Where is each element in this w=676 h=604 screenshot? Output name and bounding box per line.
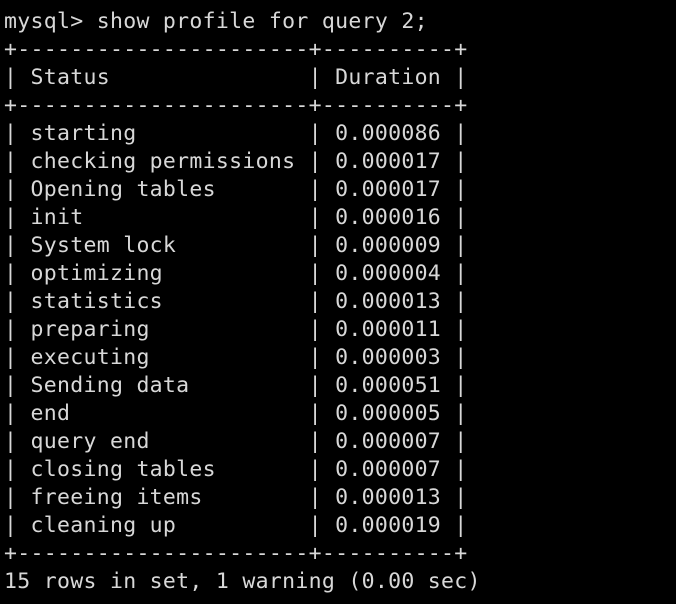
table-row: | init | 0.000016 | — [4, 205, 468, 230]
table-row: | Opening tables | 0.000017 | — [4, 177, 468, 202]
table-header: | Status | Duration | — [4, 65, 468, 90]
table-row: | preparing | 0.000011 | — [4, 317, 468, 342]
table-row: | freeing items | 0.000013 | — [4, 485, 468, 510]
command-line: mysql> show profile for query 2; — [4, 9, 428, 34]
table-border-header: +----------------------+----------+ — [4, 93, 468, 118]
table-row: | System lock | 0.000009 | — [4, 233, 468, 258]
table-row: | query end | 0.000007 | — [4, 429, 468, 454]
result-summary: 15 rows in set, 1 warning (0.00 sec) — [4, 569, 481, 594]
table-row: | optimizing | 0.000004 | — [4, 261, 468, 286]
table-row: | end | 0.000005 | — [4, 401, 468, 426]
table-row: | statistics | 0.000013 | — [4, 289, 468, 314]
table-row: | executing | 0.000003 | — [4, 345, 468, 370]
table-row: | checking permissions | 0.000017 | — [4, 149, 468, 174]
table-row: | cleaning up | 0.000019 | — [4, 513, 468, 538]
table-row: | Sending data | 0.000051 | — [4, 373, 468, 398]
terminal-output[interactable]: mysql> show profile for query 2; +------… — [4, 8, 672, 596]
table-row: | closing tables | 0.000007 | — [4, 457, 468, 482]
table-row: | starting | 0.000086 | — [4, 121, 468, 146]
table-border-top: +----------------------+----------+ — [4, 37, 468, 62]
table-border-bottom: +----------------------+----------+ — [4, 541, 468, 566]
